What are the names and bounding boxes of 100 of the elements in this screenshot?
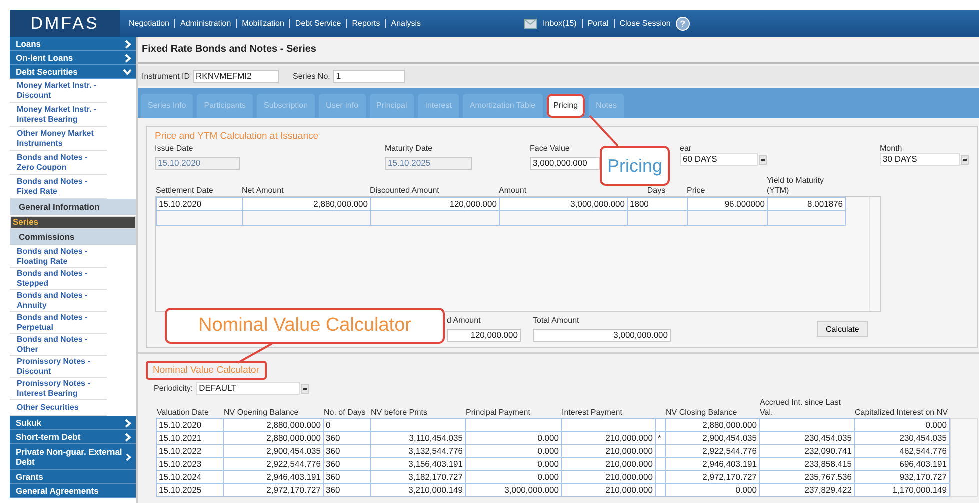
column-header: Settlement Date <box>156 186 214 195</box>
table-cell: 237,829.422 <box>760 484 854 496</box>
table-cell: 2,880,000.000 <box>242 198 370 210</box>
menu-item[interactable]: Bonds and Notes - Floating Rate <box>10 246 107 268</box>
table-cell: 0.000 <box>466 470 562 484</box>
menu-group[interactable]: Loans <box>10 37 136 51</box>
mail-icon[interactable] <box>524 18 538 28</box>
submenu-item[interactable]: Commissions <box>10 229 136 246</box>
callout: Pricing <box>600 146 670 186</box>
nav-link[interactable]: Analysis <box>385 19 426 28</box>
column-header: NV Opening Balance <box>224 408 299 417</box>
column-header: Days <box>647 186 666 195</box>
table-cell: 15.10.2021 <box>156 432 224 444</box>
table-cell: 0 <box>324 418 370 432</box>
submenu-item[interactable]: General Information <box>10 199 136 216</box>
inbox-link[interactable]: Inbox(15) <box>538 19 582 28</box>
logo: DMFAS <box>10 10 120 37</box>
nav-link[interactable]: Administration <box>174 19 236 28</box>
total-amount-field[interactable]: 3,000,000.000 <box>533 328 671 342</box>
column-header: Valuation Date <box>157 408 209 417</box>
nav-link[interactable]: Debt Service <box>289 19 346 28</box>
tab[interactable]: Pricing <box>546 94 586 118</box>
dropdown-button[interactable] <box>961 155 969 165</box>
table-cell: 360 <box>324 432 370 444</box>
table-cell: 230,454.035 <box>760 432 854 444</box>
table-cell: 233,858.415 <box>760 458 854 470</box>
dropdown-button[interactable] <box>301 384 310 394</box>
calculate-button[interactable]: Calculate <box>817 321 868 337</box>
column-header: No. of Days <box>324 408 366 417</box>
column-header: Price <box>687 186 706 195</box>
menu-item[interactable]: Bonds and Notes - Perpetual <box>10 312 107 334</box>
nav-link[interactable]: Reports <box>346 19 386 28</box>
table-cell: 462,544.776 <box>854 444 950 458</box>
menu-item[interactable]: Bonds and Notes - Zero Coupon <box>10 151 107 175</box>
table-cell: 15.10.2020 <box>156 418 224 432</box>
table-cell: 1800 <box>628 198 688 210</box>
field-label: Total Amount <box>533 316 580 325</box>
dropdown-button[interactable] <box>759 155 767 165</box>
column-header: Net Amount <box>242 186 284 195</box>
table-cell: 2,922,544.776 <box>666 444 760 458</box>
scrollbar[interactable] <box>950 418 978 497</box>
field-label: Month <box>880 144 904 153</box>
table-cell: 210,000.000 <box>562 484 656 496</box>
menu-group[interactable]: On-lent Loans <box>10 51 136 65</box>
menu-group[interactable]: Sukuk <box>10 416 136 430</box>
table-cell: 232,090.741 <box>760 444 854 458</box>
table-cell: 696,403.191 <box>854 458 950 470</box>
table-cell: 210,000.000 <box>562 470 656 484</box>
table-cell: 932,170.727 <box>854 470 950 484</box>
table-cell: 96.000000 <box>688 198 768 210</box>
table-cell: 360 <box>324 484 370 496</box>
table-cell: 210,000.000 <box>562 444 656 458</box>
menu-group[interactable]: Private Non-guar. External Debt <box>10 444 136 470</box>
menu-group[interactable]: General Agreements <box>10 484 136 498</box>
discount-amount-field[interactable]: 120,000.000 <box>447 328 521 342</box>
menu-group[interactable]: Grants <box>10 470 136 484</box>
submenu-item[interactable]: Series <box>10 216 136 229</box>
menu-item[interactable]: Promissory Notes - Interest Bearing <box>10 378 107 400</box>
table-cell: 2,972,170.727 <box>666 470 760 484</box>
column-header: NV Closing Balance <box>666 408 738 417</box>
instrument-id-field[interactable]: RKNVMEFMI2 <box>193 70 280 82</box>
field-label: d Amount <box>447 316 482 325</box>
table-cell: 3,210,000.149 <box>370 484 466 496</box>
table-cell: 0.000 <box>466 432 562 444</box>
menu-item[interactable]: Other Money Market Instruments <box>10 127 107 151</box>
menu-item[interactable]: Money Market Instr. - Discount <box>10 79 107 103</box>
nav-link[interactable]: Close Session <box>614 19 676 28</box>
column-header: Interest Payment <box>562 408 622 417</box>
table-cell: 15.10.2025 <box>156 484 224 496</box>
table-cell: 0.000 <box>466 458 562 470</box>
face-value-field[interactable]: 3,000,000.000 <box>530 156 600 170</box>
menu-item[interactable]: Money Market Instr. - Interest Bearing <box>10 103 107 127</box>
table-cell: 3,132,544.776 <box>370 444 466 458</box>
nav-link[interactable]: Portal <box>582 19 614 28</box>
column-header: Accrued Int. since Last Val. <box>760 398 841 417</box>
table-cell: 2,900,454.035 <box>224 444 324 458</box>
leader-line <box>589 115 619 147</box>
table-cell: 3,156,403.191 <box>370 458 466 470</box>
table-cell: 3,110,454.035 <box>370 432 466 444</box>
table-cell: 3,182,170.727 <box>370 470 466 484</box>
table-cell: 15.10.2022 <box>156 444 224 458</box>
chevron-right-icon <box>126 452 132 462</box>
table-cell: 2,880,000.000 <box>224 432 324 444</box>
table-cell: 2,946,403.191 <box>666 458 760 470</box>
menu-group[interactable]: Debt Securities <box>10 65 136 79</box>
menu-item[interactable]: Bonds and Notes - Annuity <box>10 290 107 312</box>
table-cell: 15.10.2020 <box>156 198 242 210</box>
series-number-field[interactable]: 1 <box>333 70 406 82</box>
field-label: Series No. <box>293 72 330 80</box>
menu-item[interactable]: Bonds and Notes - Stepped <box>10 268 107 290</box>
field-label: Issue Date <box>155 144 194 153</box>
nav-link[interactable]: Negotiation <box>124 19 174 28</box>
menu-group[interactable]: Short-term Debt <box>10 430 136 444</box>
callout: Nominal Value Calculator <box>165 308 445 344</box>
table-cell: 2,880,000.000 <box>666 418 760 432</box>
table-cell: 210,000.000 <box>562 458 656 470</box>
table-cell: 0.000 <box>666 484 760 496</box>
menu-item[interactable]: Bonds and Notes - Other <box>10 334 107 356</box>
menu-item[interactable]: Promissory Notes - Discount <box>10 356 107 378</box>
nav-link[interactable]: Mobilization <box>236 19 290 28</box>
